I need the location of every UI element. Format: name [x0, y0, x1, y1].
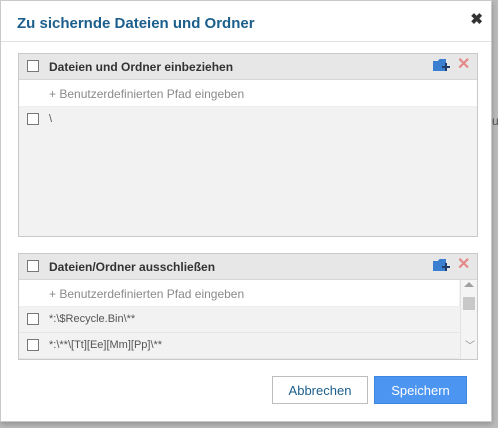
include-select-all-checkbox[interactable] [27, 60, 39, 72]
item-path: \ [49, 113, 53, 125]
exclude-panel-title: Dateien/Ordner ausschließen [49, 260, 216, 274]
include-panel: Dateien und Ordner einbeziehen ✕ + Benut… [18, 53, 478, 237]
item-path: *:\**\[Tt][Ee][Mm][Pp]\** [49, 339, 163, 351]
scroll-thumb[interactable] [463, 297, 475, 310]
list-scrollbar[interactable]: ﹀ [460, 280, 477, 359]
include-panel-header: Dateien und Ordner einbeziehen ✕ [19, 54, 477, 80]
close-icon[interactable]: ✖ [470, 12, 483, 28]
list-item: *:\$Recycle.Bin\** [19, 307, 459, 333]
add-folder-icon[interactable] [432, 58, 450, 74]
include-custom-path-row[interactable]: + Benutzerdefinierten Pfad eingeben [19, 80, 477, 107]
include-custom-path-link[interactable]: + Benutzerdefinierten Pfad eingeben [49, 87, 244, 101]
exclude-custom-path-row[interactable]: + Benutzerdefinierten Pfad eingeben [19, 280, 459, 307]
list-item: \ [19, 107, 477, 132]
dialog-header: Zu sichernde Dateien und Ordner ✖ [1, 1, 491, 42]
item-checkbox[interactable] [27, 113, 39, 125]
dialog-title: Zu sichernde Dateien und Ordner [17, 15, 255, 32]
delete-icon[interactable]: ✕ [457, 257, 470, 273]
item-path: *:\$Recycle.Bin\** [49, 313, 136, 325]
item-checkbox[interactable] [27, 313, 39, 325]
cancel-button[interactable]: Abbrechen [272, 376, 368, 404]
paths-dialog: Zu sichernde Dateien und Ordner ✖ Dateie… [0, 0, 492, 422]
exclude-panel: Dateien/Ordner ausschließen ✕ + Benutzer… [18, 253, 478, 360]
scroll-down-icon[interactable]: ﹀ [465, 342, 475, 352]
list-item: *:\**\[Tt][Ee][Mm][Pp]\** [19, 333, 459, 359]
exclude-panel-header: Dateien/Ordner ausschließen ✕ [19, 254, 477, 280]
scroll-up-icon[interactable] [464, 282, 474, 287]
add-folder-icon[interactable] [432, 258, 450, 274]
exclude-select-all-checkbox[interactable] [27, 260, 39, 272]
include-panel-title: Dateien und Ordner einbeziehen [49, 60, 234, 74]
delete-icon[interactable]: ✕ [457, 57, 470, 73]
exclude-custom-path-link[interactable]: + Benutzerdefinierten Pfad eingeben [49, 287, 244, 301]
item-checkbox[interactable] [27, 339, 39, 351]
save-button[interactable]: Speichern [374, 376, 467, 404]
